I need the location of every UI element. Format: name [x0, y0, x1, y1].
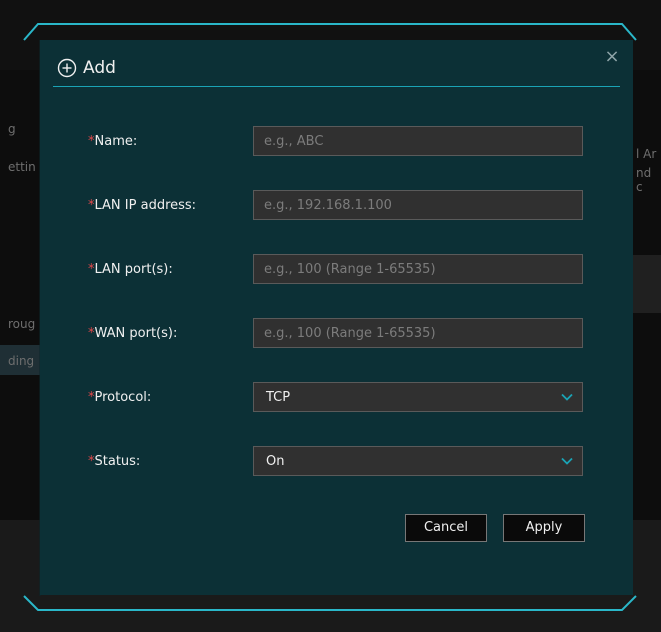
add-dialog: Add × *Name: *LAN IP address: *LAN port(… — [40, 40, 633, 595]
cancel-button[interactable]: Cancel — [405, 514, 487, 542]
protocol-label: *Protocol: — [88, 390, 152, 405]
plus-circle-icon — [57, 58, 77, 78]
status-label: *Status: — [88, 454, 141, 469]
name-label: *Name: — [88, 134, 138, 149]
protocol-row: *Protocol: TCP — [40, 382, 633, 414]
lan-ip-label: *LAN IP address: — [88, 198, 197, 213]
dialog-header: Add — [53, 54, 620, 87]
wan-port-field-box — [253, 318, 583, 348]
apply-button[interactable]: Apply — [503, 514, 585, 542]
lan-ip-field-box — [253, 190, 583, 220]
wan-port-label: *WAN port(s): — [88, 326, 178, 341]
lan-ip-row: *LAN IP address: — [40, 190, 633, 222]
close-icon[interactable]: × — [604, 48, 620, 66]
name-field-box — [253, 126, 583, 156]
protocol-select[interactable]: TCP — [253, 382, 583, 412]
wan-port-input[interactable] — [254, 319, 582, 347]
lan-ip-input[interactable] — [254, 191, 582, 219]
chevron-down-icon — [561, 457, 573, 465]
lan-port-row: *LAN port(s): — [40, 254, 633, 286]
lan-port-field-box — [253, 254, 583, 284]
status-row: *Status: On — [40, 446, 633, 478]
protocol-value: TCP — [266, 390, 291, 405]
wan-port-row: *WAN port(s): — [40, 318, 633, 350]
dialog-title: Add — [83, 58, 116, 78]
lan-port-input[interactable] — [254, 255, 582, 283]
status-value: On — [266, 454, 285, 469]
chevron-down-icon — [561, 393, 573, 401]
name-input[interactable] — [254, 127, 582, 155]
lan-port-label: *LAN port(s): — [88, 262, 173, 277]
status-select[interactable]: On — [253, 446, 583, 476]
name-row: *Name: — [40, 126, 633, 158]
